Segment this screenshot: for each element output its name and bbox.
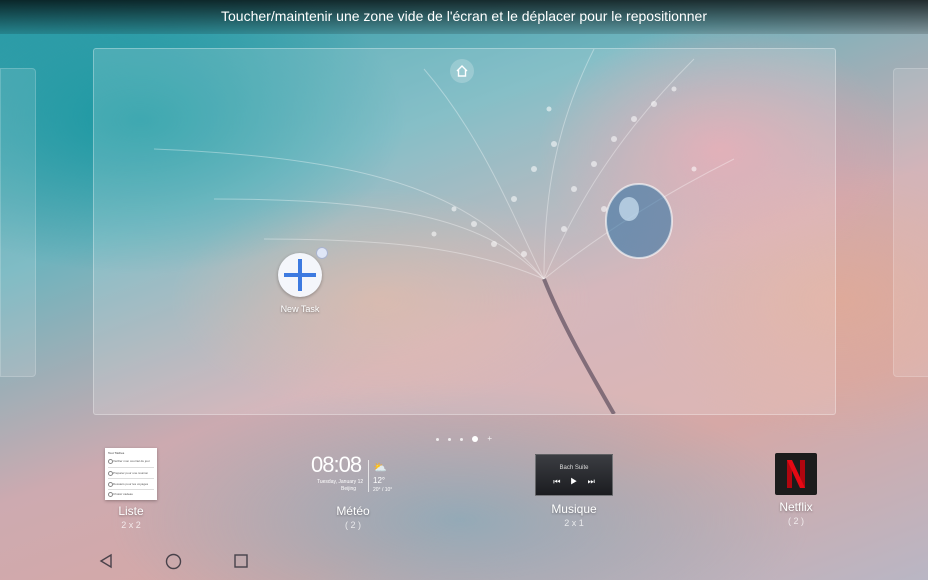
clock-date: Tuesday, January 12 [317, 479, 364, 485]
divider [108, 467, 154, 468]
widget-liste[interactable]: Tout Tâches Vérifier mon courriel du jou… [91, 448, 171, 530]
divider [108, 478, 154, 479]
widget-name: Météo [336, 504, 370, 518]
liste-preview-item: Dossiers pour les voyages [113, 482, 149, 486]
page-dot[interactable] [460, 437, 464, 441]
weather-city: Beijing [341, 486, 357, 492]
clock-time: 08:08 [311, 452, 362, 477]
recents-icon[interactable] [233, 553, 249, 569]
current-page-panel[interactable]: New Task [93, 48, 836, 415]
weather-range: 20° / 10° [373, 487, 393, 493]
weather-temp: 12° [373, 476, 386, 485]
next-page-panel[interactable] [893, 68, 928, 377]
previous-icon: ⏮ [553, 477, 571, 486]
play-icon: ▶ [570, 477, 588, 486]
app-new-task[interactable]: New Task [265, 247, 335, 314]
home-circle-icon[interactable] [165, 553, 182, 570]
liste-preview-item: Préparer pour une réunion [113, 471, 149, 475]
divider [108, 489, 154, 490]
page-dot-active[interactable] [472, 436, 479, 442]
app-label: New Task [280, 304, 320, 314]
widget-name: Liste [118, 504, 144, 518]
netflix-preview [775, 453, 817, 495]
meteo-preview: 08:08 Tuesday, January 12 Beijing ⛅ 12° … [311, 448, 395, 500]
previous-page-panel[interactable] [0, 68, 36, 377]
next-icon: ⏭ [587, 477, 605, 486]
page-dot[interactable] [436, 437, 439, 441]
default-page-home-button[interactable] [450, 59, 474, 83]
partly-cloudy-icon: ⛅ [373, 462, 387, 474]
home-icon [456, 65, 468, 77]
widget-size: 2 x 2 [121, 520, 141, 530]
plus-icon [278, 247, 328, 297]
page-indicator[interactable]: + [436, 434, 492, 444]
liste-preview-title: Tout Tâches [108, 451, 125, 455]
widget-name: Musique [551, 502, 597, 516]
liste-preview-item: Vérifier mon courriel du jour [113, 459, 150, 463]
back-icon[interactable] [98, 553, 114, 569]
reposition-hint: Toucher/maintenir une zone vide de l'écr… [221, 8, 707, 24]
top-hint-bar: Toucher/maintenir une zone vide de l'écr… [0, 0, 928, 34]
widget-musique[interactable]: Bach Suite ⏮▶⏭ Musique 2 x 1 [534, 448, 614, 528]
netflix-logo-icon [787, 460, 805, 488]
widget-size: ( 2 ) [344, 520, 361, 530]
widget-size: 2 x 1 [564, 518, 584, 528]
page-dot[interactable] [448, 437, 452, 441]
wallpaper-dandelion [153, 49, 735, 414]
widget-name: Netflix [779, 500, 813, 514]
widget-meteo[interactable]: 08:08 Tuesday, January 12 Beijing ⛅ 12° … [303, 448, 403, 530]
widget-netflix[interactable]: Netflix ( 2 ) [766, 448, 826, 526]
notification-dot [316, 247, 328, 259]
liste-preview-item: Choisir cadeau [113, 492, 134, 496]
add-page-icon[interactable]: + [487, 435, 492, 443]
track-title: Bach Suite [559, 465, 589, 471]
liste-preview: Tout Tâches Vérifier mon courriel du jou… [105, 448, 157, 500]
musique-preview: Bach Suite ⏮▶⏭ [535, 454, 613, 496]
divider [368, 460, 369, 492]
widget-size: ( 2 ) [787, 516, 804, 526]
playback-controls: ⏮▶⏭ [536, 477, 612, 487]
